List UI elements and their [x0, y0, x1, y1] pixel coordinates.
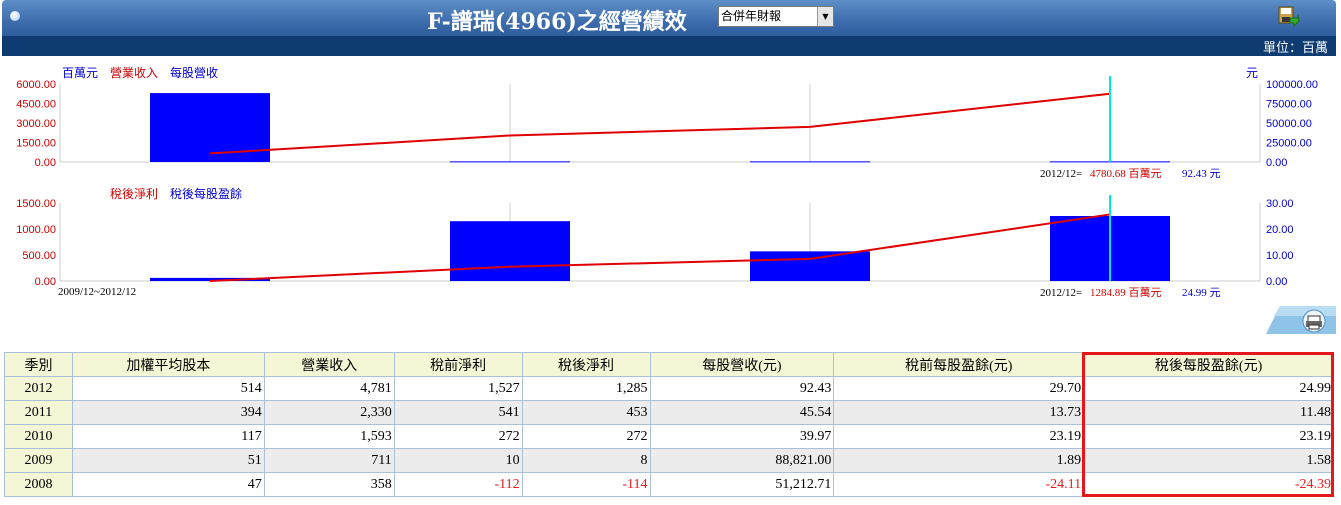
- left-unit-label: 百萬元: [62, 66, 98, 80]
- cell-pretax-eps: 29.70: [833, 376, 1085, 401]
- col-header-net-income: 稅後淨利: [521, 352, 651, 377]
- cell-revenue-per-share: 88,821.00: [649, 448, 835, 473]
- cell-net-income: 8: [521, 448, 651, 473]
- cell-eps: 23.19: [1083, 424, 1334, 449]
- cell-revenue-per-share: 51,212.71: [649, 472, 835, 497]
- cell-period: 2011: [4, 400, 73, 425]
- cell-period: 2012: [4, 376, 73, 401]
- cell-net-income: 1,285: [521, 376, 651, 401]
- readout-period: 2012/12=: [1040, 168, 1082, 180]
- y-right-tick-label: 20.00: [1266, 224, 1294, 236]
- y-left-tick-label: 3000.00: [16, 118, 56, 130]
- readout-bar-value: 4780.68 百萬元: [1090, 167, 1162, 180]
- col-header-period: 季別: [4, 352, 73, 377]
- cell-net-income: 272: [521, 424, 651, 449]
- net-income-chart: 1500.00 1000.00 500.00 0.00 30.00 20.00 10.00 0…: [16, 186, 1293, 299]
- performance-table: 季別 加權平均股本 營業收入 稅前淨利 稅後淨利 每股營收(元) 稅前每股盈餘(…: [4, 352, 1334, 497]
- cell-revenue-per-share: 92.43: [649, 376, 835, 401]
- bar: [750, 251, 870, 281]
- col-header-eps: 稅後每股盈餘(元): [1083, 352, 1334, 377]
- x-tick-label: 2012: [1112, 152, 1134, 164]
- cell-revenue-per-share: 45.54: [649, 400, 835, 425]
- y-right-tick-label: 50000.00: [1266, 118, 1312, 130]
- legend-bar-label: 稅後淨利: [110, 187, 158, 201]
- cell-revenue: 711: [263, 448, 395, 473]
- y-left-tick-label: 0.00: [35, 157, 56, 169]
- table-row: 2009 51 711 10 8 88,821.00 1.89 1.58: [4, 448, 1334, 473]
- readout-bar-value: 1284.89 百萬元: [1090, 286, 1162, 299]
- cell-eps: 11.48: [1083, 400, 1334, 425]
- table-header-row: 季別 加權平均股本 營業收入 稅前淨利 稅後淨利 每股營收(元) 稅前每股盈餘(…: [4, 352, 1334, 377]
- revenue-chart: 6000.00 4500.00 3000.00 1500.00 0.00 100000.0…: [16, 65, 1318, 180]
- table-row: 2012 514 4,781 1,527 1,285 92.43 29.70 24.99: [4, 376, 1334, 401]
- legend-bar-label: 營業收入: [110, 66, 158, 80]
- charts-area: 6000.00 4500.00 3000.00 1500.00 0.00 100000.0…: [16, 65, 1318, 299]
- y-left-tick-label: 1500.00: [16, 198, 56, 210]
- col-header-pretax-eps: 稅前每股盈餘(元): [833, 352, 1085, 377]
- cell-revenue-per-share: 39.97: [649, 424, 835, 449]
- col-header-revenue: 營業收入: [263, 352, 395, 377]
- y-right-tick-label: 0.00: [1266, 157, 1287, 169]
- y-right-tick-label: 75000.00: [1266, 99, 1312, 111]
- readout-line-value: 24.99 元: [1182, 287, 1221, 299]
- cell-pretax-eps: 23.19: [833, 424, 1085, 449]
- cell-revenue: 2,330: [263, 400, 395, 425]
- col-header-revenue-per-share: 每股營收(元): [649, 352, 835, 377]
- series-line: [209, 92, 1111, 155]
- legend-line-label: 每股營收: [170, 65, 218, 80]
- readout-period: 2012/12=: [1040, 287, 1082, 299]
- y-right-tick-label: 10.00: [1266, 250, 1294, 262]
- cell-pretax-eps: 13.73: [833, 400, 1085, 425]
- cell-net-income: -114: [521, 472, 651, 497]
- legend-line-label: 稅後每股盈餘: [170, 186, 242, 201]
- y-right-tick-label: 0.00: [1266, 276, 1287, 288]
- cell-pretax-income: 541: [393, 400, 523, 425]
- y-right-tick-label: 100000.00: [1266, 79, 1318, 91]
- cell-capital: 51: [71, 448, 265, 473]
- cell-revenue: 4,781: [263, 376, 395, 401]
- cell-capital: 394: [71, 400, 265, 425]
- cell-pretax-income: 10: [393, 448, 523, 473]
- cell-revenue: 358: [263, 472, 395, 497]
- table-row: 2010 117 1,593 272 272 39.97 23.19 23.19: [4, 424, 1334, 449]
- y-left-tick-label: 4500.00: [16, 99, 56, 111]
- cell-pretax-income: 272: [393, 424, 523, 449]
- y-left-tick-label: 500.00: [22, 250, 56, 262]
- x-tick-label: 2011: [812, 152, 834, 164]
- series-line: [209, 213, 1111, 282]
- y-right-tick-label: 30.00: [1266, 198, 1294, 210]
- print-button[interactable]: [1266, 306, 1336, 334]
- y-right-tick-label: 25000.00: [1266, 138, 1312, 150]
- cell-pretax-eps: 1.89: [833, 448, 1085, 473]
- bar: [450, 161, 570, 163]
- table-row: 2008 47 358 -112 -114 51,212.71 -24.11 -24.39: [4, 472, 1334, 497]
- y-left-tick-label: 1000.00: [16, 224, 56, 236]
- readout-line-value: 92.43 元: [1182, 168, 1221, 180]
- cell-net-income: 453: [521, 400, 651, 425]
- y-left-tick-label: 0.00: [35, 276, 56, 288]
- cell-capital: 514: [71, 376, 265, 401]
- col-header-pretax-income: 稅前淨利: [393, 352, 523, 377]
- bar: [450, 221, 570, 281]
- cell-pretax-income: 1,527: [393, 376, 523, 401]
- table-row: 2011 394 2,330 541 453 45.54 13.73 11.48: [4, 400, 1334, 425]
- cell-period: 2009: [4, 448, 73, 473]
- cell-pretax-eps: -24.11: [833, 472, 1085, 497]
- y-left-tick-label: 1500.00: [16, 138, 56, 150]
- cell-capital: 117: [71, 424, 265, 449]
- bar: [750, 161, 870, 163]
- range-label: 2009/12~2012/12: [58, 286, 136, 298]
- col-header-capital: 加權平均股本: [71, 352, 265, 377]
- y-left-tick-label: 6000.00: [16, 79, 56, 91]
- cell-eps: 24.99: [1083, 376, 1334, 401]
- cell-period: 2008: [4, 472, 73, 497]
- right-unit-label: 元: [1246, 66, 1258, 80]
- cell-eps: -24.39: [1083, 472, 1334, 497]
- cell-capital: 47: [71, 472, 265, 497]
- cell-pretax-income: -112: [393, 472, 523, 497]
- cell-eps: 1.58: [1083, 448, 1334, 473]
- cell-period: 2010: [4, 424, 73, 449]
- cell-revenue: 1,593: [263, 424, 395, 449]
- x-tick-label: 2010: [512, 152, 535, 164]
